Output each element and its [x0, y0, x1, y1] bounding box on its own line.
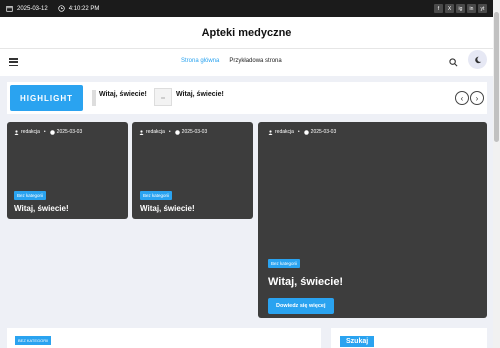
post-author[interactable]: redakcja — [275, 129, 294, 135]
scrollbar[interactable] — [493, 0, 500, 348]
ticker-thumbnail[interactable] — [92, 90, 96, 106]
dark-mode-toggle[interactable] — [468, 50, 487, 69]
user-icon — [139, 129, 144, 135]
ticker-prev-button[interactable]: ‹ — [455, 91, 469, 105]
linkedin-icon[interactable]: in — [467, 4, 476, 13]
user-icon — [268, 129, 273, 135]
featured-post-card[interactable] — [258, 122, 487, 318]
menu-icon[interactable] — [9, 58, 18, 66]
post-meta: redakcja • 2025-03-03 — [139, 129, 207, 135]
chevron-left-icon: ‹ — [460, 93, 464, 103]
post-title[interactable]: Witaj, świecie! — [268, 276, 343, 288]
category-badge[interactable]: Bez kategorii — [140, 191, 173, 200]
user-icon — [14, 129, 19, 135]
instagram-icon[interactable]: ig — [456, 4, 465, 13]
post-meta: redakcja • 2025-03-03 — [14, 129, 82, 135]
post-title[interactable]: Witaj, świecie! — [14, 204, 69, 213]
nav-link-home[interactable]: Strona główna — [181, 58, 219, 64]
post-title[interactable]: Witaj, świecie! — [140, 204, 195, 213]
category-badge[interactable]: BEZ KATEGORII — [15, 336, 52, 345]
highlight-ticker: HIGHLIGHT — [7, 82, 487, 114]
clock-icon — [174, 129, 180, 135]
post-meta: redakcja • 2025-03-03 — [268, 129, 336, 135]
nav-link-sample-page[interactable]: Przykładowa strona — [229, 58, 281, 64]
social-links: f X ig in yt — [434, 4, 487, 13]
posts-section — [7, 328, 321, 348]
youtube-icon[interactable]: yt — [478, 4, 487, 13]
ticker-thumbnail-image[interactable]: ▭ — [154, 88, 172, 106]
search-widget-title: Szukaj — [340, 336, 375, 347]
ticker-item[interactable]: Witaj, świecie! — [99, 91, 147, 98]
time-text: 4:10:22 PM — [68, 5, 100, 12]
ticker-next-button[interactable]: › — [470, 91, 484, 105]
clock-icon — [58, 5, 65, 12]
category-badge[interactable]: Bez kategorii — [14, 191, 47, 200]
calendar-icon — [6, 6, 13, 12]
post-date[interactable]: 2025-03-03 — [311, 129, 337, 135]
nav-links: Strona główna Przykładowa strona — [181, 58, 282, 64]
top-bar: 2025-03-12 4:10:22 PM f X ig in yt — [0, 0, 493, 17]
date-text: 2025-03-12 — [17, 5, 48, 12]
post-author[interactable]: redakcja — [146, 129, 165, 135]
time-display: 4:10:22 PM — [58, 5, 100, 12]
site-header: Apteki medyczne — [0, 17, 493, 48]
read-more-button[interactable]: Dowiedz się więcej — [268, 298, 334, 314]
main-nav: Strona główna Przykładowa strona — [0, 48, 493, 76]
chevron-right-icon: › — [475, 93, 479, 103]
ticker-item[interactable]: Witaj, świecie! — [176, 91, 224, 98]
moon-icon — [474, 56, 481, 63]
site-title[interactable]: Apteki medyczne — [202, 27, 292, 39]
clock-icon — [49, 129, 55, 135]
clock-icon — [303, 129, 309, 135]
post-date[interactable]: 2025-03-03 — [57, 129, 83, 135]
date-display: 2025-03-12 — [6, 5, 48, 12]
search-icon[interactable] — [449, 58, 458, 67]
x-icon[interactable]: X — [445, 4, 454, 13]
post-date[interactable]: 2025-03-03 — [182, 129, 208, 135]
category-badge[interactable]: Bez kategorii — [268, 259, 301, 268]
highlight-label: HIGHLIGHT — [10, 85, 83, 111]
post-author[interactable]: redakcja — [21, 129, 40, 135]
scrollbar-thumb[interactable] — [494, 12, 499, 142]
facebook-icon[interactable]: f — [434, 4, 443, 13]
